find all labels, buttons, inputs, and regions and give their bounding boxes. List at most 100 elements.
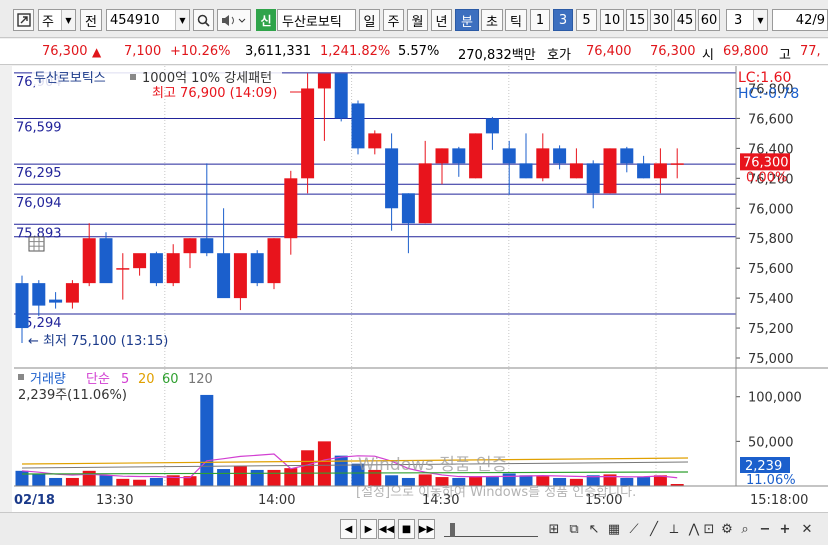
x-tick-label: 14:00 (258, 493, 295, 508)
zoom-out-icon[interactable]: − (756, 519, 774, 539)
chevron-down-icon[interactable]: ▼ (61, 10, 75, 30)
volume-bar (200, 394, 214, 486)
volume-ma60-label: 60 (162, 372, 179, 387)
credit-badge: 신 (256, 9, 276, 31)
period-minute-button[interactable]: 분 (455, 9, 479, 31)
period-day-button[interactable]: 일 (359, 9, 380, 31)
interval-1-button[interactable]: 1 (530, 9, 550, 31)
y-tick-label: 76,000 (748, 202, 794, 217)
x-tick-label: 15:18:00 (750, 493, 808, 508)
chevron-down-icon[interactable]: ▼ (753, 10, 767, 30)
trend-tool-icon[interactable]: ⟋ (625, 519, 643, 539)
candle-body (217, 253, 231, 299)
candle-body (284, 178, 298, 239)
chart-background (12, 66, 828, 512)
interval-30-button[interactable]: 30 (650, 9, 672, 31)
search-icon[interactable] (193, 9, 214, 31)
fast-forward-button[interactable]: ▶▶ (418, 519, 435, 539)
interval-15-button[interactable]: 15 (626, 9, 648, 31)
interval-60-button[interactable]: 60 (698, 9, 720, 31)
y-tick-label: 75,400 (748, 292, 794, 307)
volume-bar (99, 475, 113, 486)
period-second-button[interactable]: 초 (481, 9, 503, 31)
candle-body (418, 163, 432, 224)
interval-3-button[interactable]: 3 (553, 9, 573, 31)
line-tool-icon[interactable]: ╱ (645, 519, 663, 539)
volume-bar (317, 441, 331, 486)
close-icon[interactable]: ✕ (798, 519, 816, 539)
code-input[interactable]: 454910 ▼ (106, 9, 190, 31)
interval-5-button[interactable]: 5 (576, 9, 597, 31)
table-grid-icon (28, 236, 45, 252)
candle-body (183, 238, 197, 254)
zoom-in-icon[interactable]: + (776, 519, 794, 539)
legend-indicator: 1000억 10% 강세패턴 (142, 71, 272, 86)
candle-body (368, 133, 382, 149)
window-icon[interactable] (13, 9, 34, 31)
current-pct-label: 0.00% (746, 170, 787, 185)
y-tick-label: 75,000 (748, 352, 794, 367)
interval-45-button[interactable]: 45 (674, 9, 696, 31)
market-select[interactable]: 주 ▼ (38, 9, 76, 31)
candle-body (485, 118, 499, 134)
open-label: 시 (702, 48, 714, 63)
candle-body (653, 163, 667, 179)
candle-body (536, 148, 550, 179)
volume-ma5-label: 5 (121, 372, 129, 387)
y-tick-label: 75,600 (748, 262, 794, 277)
magnifier-icon[interactable]: ⌕ (736, 519, 754, 539)
crosshair-icon[interactable]: ⊞ (545, 519, 563, 539)
bid-price: 76,300 (650, 44, 696, 59)
save-icon[interactable]: ⊡ (700, 519, 718, 539)
jeon-button[interactable]: 전 (80, 9, 102, 31)
settings-icon[interactable]: ⚙ (718, 519, 736, 539)
interval-10-button[interactable]: 10 (600, 9, 624, 31)
interval-select[interactable]: 3 ▼ (726, 9, 768, 31)
count-input[interactable]: 42/9 (772, 9, 828, 31)
x-tick-label: 02/18 (14, 493, 55, 508)
period-tick-button[interactable]: 틱 (505, 9, 527, 31)
speaker-icon[interactable] (217, 9, 251, 31)
volume-legend-marker-icon (18, 374, 24, 380)
arrow-tool-icon[interactable]: ↖ (585, 519, 603, 539)
code-value: 454910 (110, 12, 160, 28)
low-annotation: ← 최저 75,100 (13:15) (28, 334, 168, 349)
ask-price: 76,400 (586, 44, 632, 59)
candle-body (334, 73, 348, 119)
candle-body (401, 193, 415, 224)
lc-label: LC:1.60 (738, 70, 791, 86)
period-month-button[interactable]: 월 (407, 9, 428, 31)
volume-y-tick-label: 50,000 (748, 435, 794, 450)
high-price: 77, (800, 44, 821, 59)
legend-title: 두산로보틱스 (34, 71, 106, 86)
candle-body (15, 283, 29, 329)
volume-bar (250, 469, 264, 486)
period-week-button[interactable]: 주 (383, 9, 404, 31)
candle-body (603, 148, 617, 194)
volume-bar (15, 470, 29, 486)
stop-button[interactable]: ■ (398, 519, 415, 539)
volume-bar (149, 477, 163, 486)
zoom-slider-handle[interactable] (450, 523, 455, 537)
chevron-down-icon[interactable]: ▼ (175, 10, 189, 30)
price-change: 7,100 (124, 44, 162, 59)
overlay-icon[interactable]: ⧉ (565, 519, 583, 539)
scroll-left-end-button[interactable]: ◀ (340, 519, 357, 539)
volume-ma-label: 단순 (86, 372, 110, 387)
candle-body (250, 253, 264, 284)
play-button[interactable]: ▶ (360, 519, 377, 539)
candle-body (65, 283, 79, 303)
grid-tool-icon[interactable]: ▦ (605, 519, 623, 539)
candle-body (519, 163, 533, 179)
zoom-slider[interactable] (444, 523, 538, 537)
period-year-button[interactable]: 년 (431, 9, 452, 31)
watermark-title: Windows 정품 인증 (358, 455, 507, 475)
volume-bar (284, 468, 298, 486)
price-chart[interactable]: 76,90476,59976,29576,09475,89375,294 거래량… (0, 66, 828, 512)
high-annotation: 최고 76,900 (14:09) (152, 86, 277, 101)
rewind-button[interactable]: ◀◀ (378, 519, 395, 539)
volume-ma120-label: 120 (188, 372, 213, 387)
candle-body (452, 148, 466, 164)
fib-tool-icon[interactable]: ⟂ (665, 519, 683, 539)
turnover-pct: 5.57% (398, 44, 440, 59)
